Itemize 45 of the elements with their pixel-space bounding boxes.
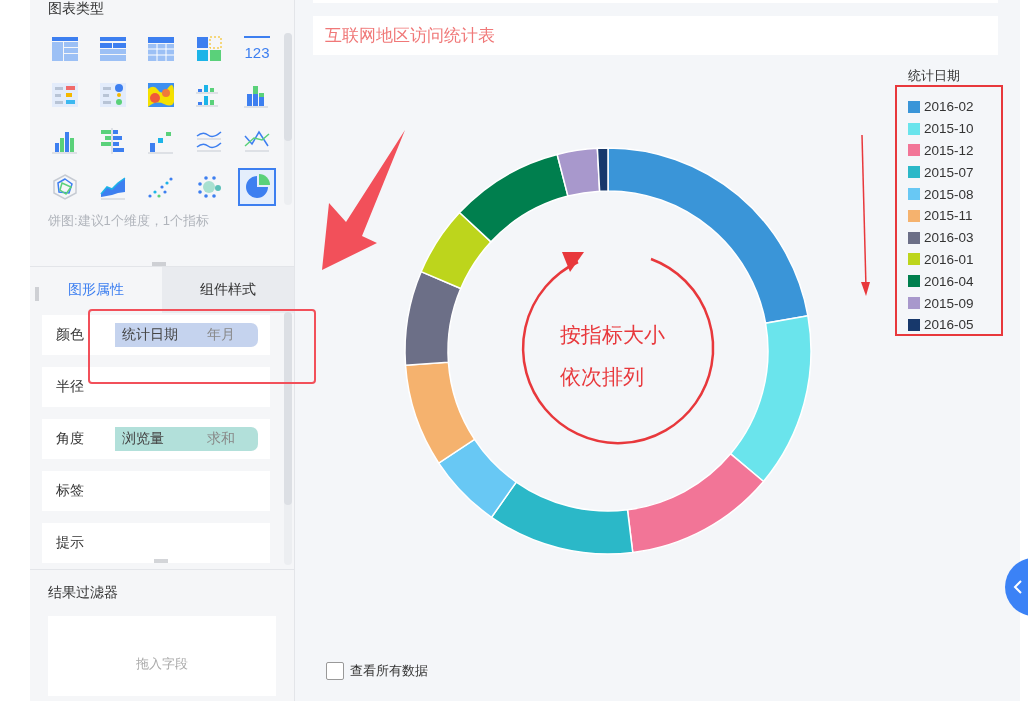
table-icon [146, 34, 176, 64]
field-chip[interactable]: 浏览量 求和 [115, 427, 258, 451]
section-heading: 结果过滤器 [48, 584, 119, 602]
field-name: 浏览量 [122, 430, 165, 448]
field-chip[interactable]: 统计日期 年月 [115, 323, 258, 347]
table-icon [50, 34, 80, 64]
legend-label: 2016-04 [924, 273, 974, 289]
section-heading: 图表类型 [48, 0, 105, 18]
checkbox-label: 查看所有数据 [350, 662, 428, 680]
annotation-text: 按指标大小 [560, 322, 665, 348]
hint-text: 饼图:建议1个维度，1个指标 [48, 212, 211, 230]
field-name: 统计日期 [122, 326, 179, 344]
tab[interactable]: 组件样式 [162, 267, 294, 313]
property-label: 提示 [56, 534, 85, 552]
metric-list-icon [50, 80, 80, 110]
legend-title: 统计日期 [908, 67, 961, 85]
aggregation-label: 年月 [207, 326, 235, 344]
table-icon [98, 34, 128, 64]
chart-title: 互联网地区访问统计表 [313, 16, 998, 55]
property-label: 标签 [56, 482, 85, 500]
drop-zone[interactable]: 拖入字段 [48, 616, 276, 696]
metric-dots-icon [98, 80, 128, 110]
scrollbar[interactable] [284, 312, 292, 565]
heatmap-icon [146, 80, 176, 110]
legend-label: 2015-07 [924, 164, 974, 180]
legend-label: 2016-02 [924, 99, 974, 115]
legend-label: 2016-03 [924, 230, 974, 246]
tile-grid-icon [194, 34, 224, 64]
scrollbar[interactable] [284, 33, 292, 205]
chart-type-button[interactable] [238, 168, 276, 206]
chevron-left-icon [1013, 579, 1023, 595]
legend-label: 2015-10 [924, 121, 974, 137]
aggregation-label: 求和 [207, 430, 235, 448]
property-label: 颜色 [56, 326, 85, 344]
legend-label: 2016-01 [924, 251, 974, 267]
legend-label: 2015-11 [924, 208, 973, 224]
legend-label: 2015-09 [924, 295, 974, 311]
annotation-text: 依次排列 [560, 364, 644, 390]
property-label: 角度 [56, 430, 85, 448]
property-label: 半径 [56, 378, 85, 396]
legend-label: 2015-08 [924, 186, 974, 202]
checkbox[interactable] [326, 662, 344, 680]
legend-label: 2016-05 [924, 317, 974, 333]
radar-chart-icon [50, 172, 80, 202]
legend-label: 2015-12 [924, 143, 974, 158]
